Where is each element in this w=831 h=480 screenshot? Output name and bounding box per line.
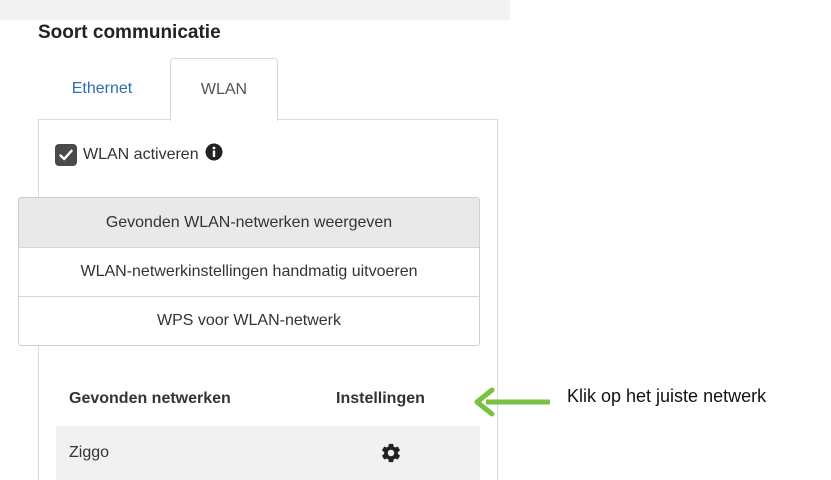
show-found-networks-button[interactable]: Gevonden WLAN-netwerken weergeven — [19, 198, 479, 247]
networks-table-header: Gevonden netwerken Instellingen — [56, 372, 480, 426]
tab-ethernet[interactable]: Ethernet — [52, 58, 152, 120]
annotation-text: Klik op het juiste netwerk — [567, 386, 767, 406]
wlan-option-group: Gevonden WLAN-netwerken weergeven WLAN-n… — [18, 197, 480, 346]
manual-settings-button[interactable]: WLAN-netwerkinstellingen handmatig uitvo… — [19, 247, 479, 296]
arrow-left-icon — [474, 387, 550, 417]
gear-icon[interactable] — [380, 442, 402, 469]
tab-wlan[interactable]: WLAN — [170, 58, 278, 121]
info-circle-icon[interactable] — [205, 143, 223, 166]
col-settings: Instellingen — [336, 390, 425, 407]
wps-button[interactable]: WPS voor WLAN-netwerk — [19, 296, 479, 345]
wlan-activate-label: WLAN activeren — [83, 145, 199, 163]
checkmark-icon — [59, 149, 73, 160]
section-title: Soort communicatie — [38, 22, 221, 43]
network-name: Ziggo — [69, 444, 110, 461]
col-found-networks: Gevonden netwerken — [69, 390, 231, 407]
wlan-activate-row: WLAN activeren — [55, 143, 223, 166]
table-row[interactable]: Ziggo — [56, 426, 480, 480]
wlan-activate-checkbox[interactable] — [55, 143, 77, 166]
top-bar — [0, 0, 510, 20]
